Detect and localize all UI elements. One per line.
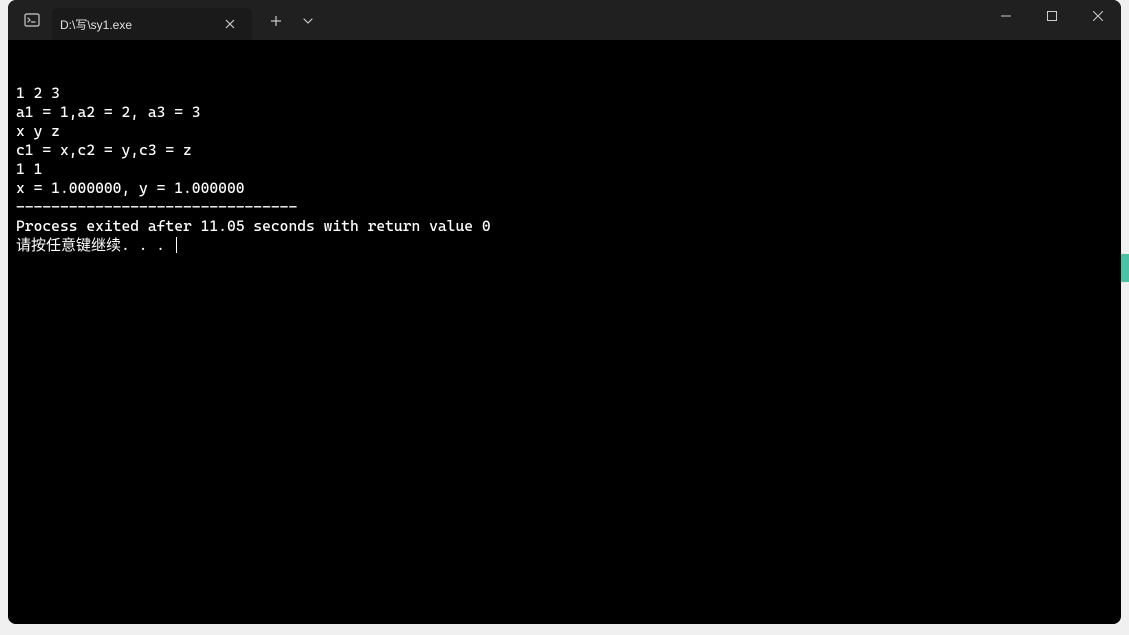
tab-close-button[interactable] [220, 14, 240, 34]
terminal-line: x = 1.000000, y = 1.000000 [16, 179, 1113, 198]
terminal-line: 请按任意键继续. . . [16, 236, 1113, 255]
terminal-content[interactable]: 1 2 3a1 = 1,a2 = 2, a3 = 3x y zc1 = x,c2… [8, 40, 1121, 624]
terminal-line: c1 = x,c2 = y,c3 = z [16, 141, 1113, 160]
new-tab-button[interactable] [260, 5, 292, 37]
tab-actions [260, 5, 324, 37]
terminal-window: D:\写\sy1.exe [8, 0, 1121, 624]
terminal-line: -------------------------------- [16, 198, 1113, 217]
terminal-line: Process exited after 11.05 seconds with … [16, 217, 1113, 236]
scrollbar-indicator [1121, 254, 1129, 282]
terminal-app-icon [24, 12, 40, 28]
titlebar: D:\写\sy1.exe [8, 0, 1121, 40]
tab-title: D:\写\sy1.exe [60, 16, 220, 33]
maximize-button[interactable] [1029, 0, 1075, 32]
tab-dropdown-button[interactable] [292, 5, 324, 37]
terminal-line: 1 2 3 [16, 84, 1113, 103]
cursor [176, 237, 177, 253]
close-button[interactable] [1075, 0, 1121, 32]
window-controls [983, 0, 1121, 40]
tab[interactable]: D:\写\sy1.exe [52, 8, 252, 40]
terminal-line: 1 1 [16, 160, 1113, 179]
terminal-line: x y z [16, 122, 1113, 141]
terminal-line: a1 = 1,a2 = 2, a3 = 3 [16, 103, 1113, 122]
minimize-button[interactable] [983, 0, 1029, 32]
